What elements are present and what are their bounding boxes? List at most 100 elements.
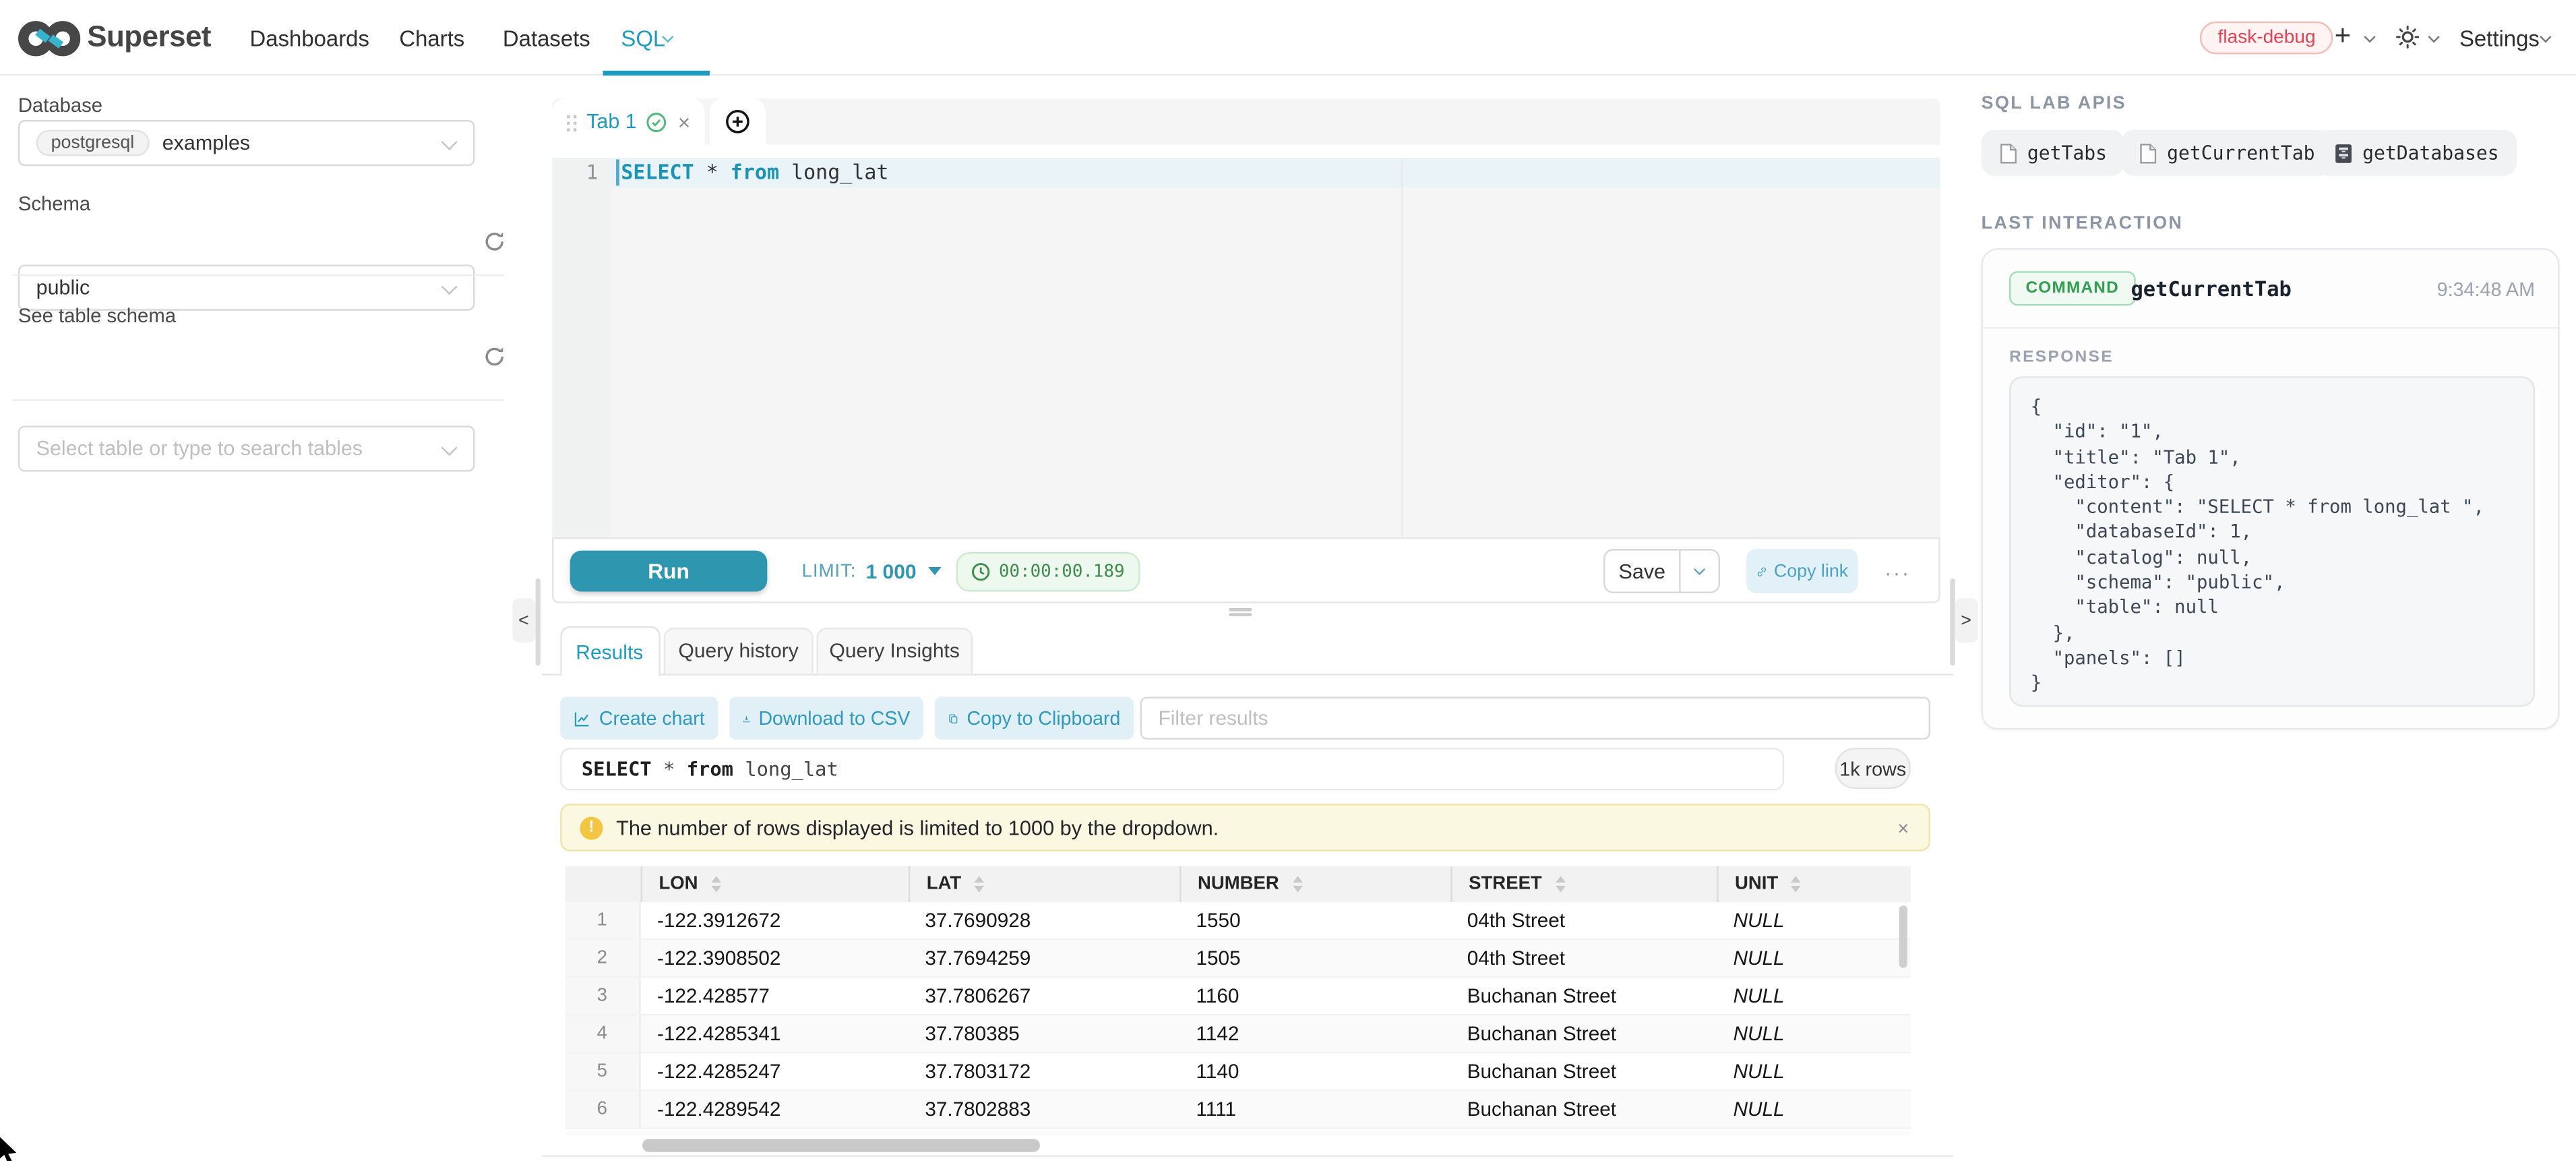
query-keyword: from xyxy=(687,758,733,781)
table-refresh-icon[interactable] xyxy=(483,345,506,368)
table-cell: Buchanan Street xyxy=(1450,978,1717,1014)
table-row[interactable]: 5 -122.4285247 37.7803172 1140 Buchanan … xyxy=(565,1053,1911,1091)
limit-label[interactable]: LIMIT: xyxy=(802,561,857,580)
run-query-button[interactable]: Run xyxy=(570,551,768,592)
query-tab-1[interactable]: Tab 1 × xyxy=(552,98,705,144)
filter-results-input[interactable] xyxy=(1140,697,1930,740)
column-header-lon[interactable]: LON xyxy=(641,866,909,903)
table-horizontal-scrollbar[interactable] xyxy=(642,1139,1040,1152)
active-nav-underline xyxy=(603,71,710,76)
sort-icon[interactable] xyxy=(975,876,985,892)
theme-chevron-icon[interactable] xyxy=(2428,31,2440,42)
sql-identifier: long_lat xyxy=(779,160,888,183)
schema-label: Schema xyxy=(18,192,90,215)
sort-icon[interactable] xyxy=(1292,876,1302,892)
warning-close-icon[interactable]: × xyxy=(1897,818,1909,838)
brand-title[interactable]: Superset xyxy=(87,20,211,54)
download-csv-button[interactable]: Download to CSV xyxy=(729,697,923,740)
executed-query-preview[interactable]: SELECT * from long_lat xyxy=(560,748,1784,790)
query-timer-badge: 00:00:00.189 xyxy=(956,552,1140,591)
table-cell: NULL xyxy=(1717,902,1911,939)
table-cell: -122.4289542 xyxy=(641,1092,909,1128)
chart-icon xyxy=(574,707,591,729)
table-cell: 1140 xyxy=(1179,1053,1450,1090)
new-item-plus-icon[interactable]: + xyxy=(2335,22,2351,49)
table-select[interactable]: Select table or type to search tables xyxy=(18,425,475,471)
limit-value[interactable]: 1 000 xyxy=(866,560,917,583)
nav-sql[interactable]: SQL xyxy=(621,26,665,51)
table-cell: NULL xyxy=(1717,1015,1911,1052)
app-stage: Superset Dashboards Charts Datasets SQL … xyxy=(0,0,2576,1161)
sql-lab-apis-heading: SQL LAB APIS xyxy=(1982,94,2126,113)
table-row[interactable]: 3 -122.428577 37.7806267 1160 Buchanan S… xyxy=(565,978,1911,1015)
tab-drag-handle-icon[interactable] xyxy=(565,113,577,131)
api-button-getcurrenttab[interactable]: getCurrentTab xyxy=(2121,130,2333,176)
collapse-left-panel-button[interactable]: < xyxy=(513,598,535,643)
copy-clipboard-button[interactable]: Copy to Clipboard xyxy=(935,697,1134,740)
copy-clipboard-label: Copy to Clipboard xyxy=(967,707,1120,729)
sort-icon[interactable] xyxy=(711,876,721,892)
settings-menu[interactable]: Settings xyxy=(2459,26,2540,51)
api-button-getdatabases[interactable]: getDatabases xyxy=(2317,130,2517,176)
response-code-block[interactable]: { "id": "1", "title": "Tab 1", "editor":… xyxy=(2009,376,2535,707)
table-row[interactable]: 1 -122.3912672 37.7690928 1550 04th Stre… xyxy=(565,902,1911,940)
superset-logo-icon[interactable] xyxy=(18,14,81,62)
download-icon xyxy=(743,707,751,729)
schema-refresh-icon[interactable] xyxy=(483,230,506,253)
table-vertical-scrollbar[interactable] xyxy=(1899,905,1907,968)
tab-query-history[interactable]: Query history xyxy=(664,628,814,674)
create-chart-button[interactable]: Create chart xyxy=(560,697,718,740)
table-cell: 1142 xyxy=(1179,1015,1450,1052)
row-number-header xyxy=(565,866,641,903)
table-select-chevron-icon[interactable] xyxy=(441,440,458,456)
clock-icon xyxy=(971,561,991,580)
new-item-chevron-icon[interactable] xyxy=(2364,31,2375,42)
sql-operator: * xyxy=(694,160,731,183)
copy-link-button[interactable]: Copy link xyxy=(1746,549,1858,593)
expand-right-panel-button[interactable]: > xyxy=(1955,598,1977,643)
settings-chevron-icon[interactable] xyxy=(2540,31,2551,42)
table-row[interactable]: 6 -122.4289542 37.7802883 1111 Buchanan … xyxy=(565,1092,1911,1129)
nav-datasets[interactable]: Datasets xyxy=(503,26,590,51)
right-resize-handle[interactable] xyxy=(1949,578,1954,665)
row-number: 6 xyxy=(565,1092,641,1128)
column-header-street[interactable]: STREET xyxy=(1450,866,1717,903)
table-row[interactable]: 4 -122.4285341 37.780385 1142 Buchanan S… xyxy=(565,1015,1911,1053)
query-tab-title[interactable]: Tab 1 xyxy=(586,110,637,133)
copy-link-label: Copy link xyxy=(1774,561,1848,580)
theme-sun-icon[interactable] xyxy=(2395,24,2420,49)
command-name: getCurrentTab xyxy=(2130,276,2291,301)
column-header-unit[interactable]: UNIT xyxy=(1717,866,1911,903)
limit-dropdown-caret-icon[interactable] xyxy=(928,567,942,575)
table-cell: NULL xyxy=(1717,940,1911,976)
nav-dashboards[interactable]: Dashboards xyxy=(250,26,369,51)
sort-icon[interactable] xyxy=(1555,876,1565,892)
new-tab-button[interactable] xyxy=(710,98,766,144)
panel-splitter-handle[interactable] xyxy=(1229,606,1252,618)
tab-results[interactable]: Results xyxy=(559,626,660,676)
elapsed-time: 00:00:00.189 xyxy=(999,561,1125,580)
column-header-lat[interactable]: LAT xyxy=(909,866,1179,903)
save-dropdown-caret[interactable] xyxy=(1679,551,1719,592)
sort-icon[interactable] xyxy=(1791,876,1802,892)
api-button-gettabs[interactable]: getTabs xyxy=(1982,130,2125,176)
save-button-label[interactable]: Save xyxy=(1605,551,1679,592)
column-header-number[interactable]: NUMBER xyxy=(1179,866,1450,903)
more-actions-button[interactable]: ··· xyxy=(1884,560,1911,585)
tab-close-icon[interactable]: × xyxy=(678,109,691,134)
api-button-label: getTabs xyxy=(2027,142,2107,165)
tab-query-insights[interactable]: Query Insights xyxy=(816,628,973,674)
nav-charts[interactable]: Charts xyxy=(399,26,464,51)
warning-text: The number of rows displayed is limited … xyxy=(616,816,1219,839)
save-query-button[interactable]: Save xyxy=(1603,549,1720,593)
editor-toolbar: Run LIMIT: 1 000 00:00:00.189 Save Copy … xyxy=(552,537,1940,603)
query-identifier: long_lat xyxy=(733,758,838,781)
left-resize-handle[interactable] xyxy=(534,578,539,665)
database-select-chevron-icon[interactable] xyxy=(441,134,458,150)
line-number: 1 xyxy=(552,161,598,184)
sql-code-editor[interactable]: 1 SELECT * from long_lat xyxy=(552,158,1940,537)
table-row[interactable]: 2 -122.3908502 37.7694259 1505 04th Stre… xyxy=(565,940,1911,978)
database-select[interactable]: postgresql examples xyxy=(18,120,475,166)
row-number: 1 xyxy=(565,902,641,939)
schema-select-chevron-icon[interactable] xyxy=(441,278,458,295)
